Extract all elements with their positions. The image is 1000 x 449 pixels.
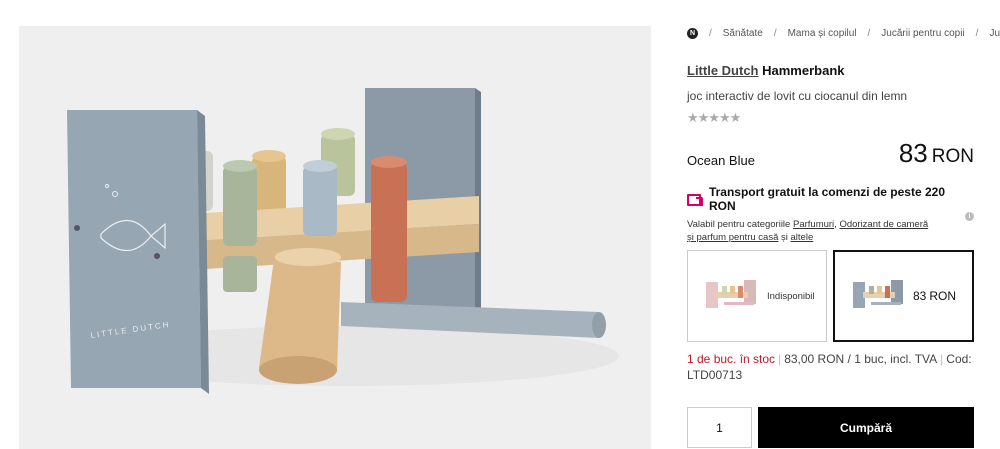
rating-stars[interactable]: ★★★★★: [687, 110, 741, 126]
variant-thumbnail: [853, 280, 903, 308]
category-link-perfumes[interactable]: Parfumuri: [793, 219, 834, 230]
breadcrumb-item-health[interactable]: Sănătate: [723, 28, 763, 39]
shipping-conditions: Valabil pentru categoriile Parfumuri, Od…: [687, 219, 929, 243]
breadcrumb-item-truncated[interactable]: Ju: [989, 28, 1000, 39]
variant-thumbnail: [706, 280, 756, 308]
truck-icon: [687, 193, 703, 206]
variant-unavailable-label: Indisponibil: [767, 290, 815, 302]
breadcrumb-separator: /: [975, 27, 979, 39]
free-shipping-notice: Transport gratuit la comenzi de peste 22…: [687, 185, 974, 244]
stock-status: 1 de buc. în stoc: [687, 352, 776, 366]
breadcrumb-separator: /: [708, 27, 712, 39]
unit-price: 83,00 RON / 1 buc, incl. TVA: [784, 352, 938, 366]
stock-info: 1 de buc. în stoc | 83,00 RON / 1 buc, inc…: [687, 352, 972, 382]
brand-link[interactable]: Little Dutch: [687, 63, 759, 78]
category-link-others[interactable]: altele: [791, 232, 814, 243]
info-icon[interactable]: i: [965, 212, 974, 221]
product-code: LTD00713: [687, 368, 743, 382]
product-description: joc interactiv de lovit cu ciocanul din …: [687, 89, 908, 103]
breadcrumb-item-toys[interactable]: Jucării pentru copii: [881, 28, 964, 39]
product-price: 83 RON: [899, 138, 974, 169]
product-image: LITTLE DUTCH: [67, 88, 619, 394]
product-image-gallery[interactable]: LITTLE DUTCH: [19, 26, 651, 449]
product-code-label: Cod:: [946, 352, 972, 366]
breadcrumb: N / Sănătate / Mama și copilul / Jucării…: [687, 26, 1000, 40]
variant-option-blue[interactable]: 83 RON: [833, 250, 974, 342]
price-currency: RON: [931, 146, 974, 167]
quantity-input[interactable]: [687, 407, 752, 448]
breadcrumb-separator: /: [867, 27, 871, 39]
variant-option-pink[interactable]: Indisponibil: [687, 250, 827, 342]
variant-price: 83 RON: [913, 289, 957, 303]
variant-name: Ocean Blue: [687, 153, 755, 168]
product-name: Hammerbank: [762, 63, 845, 78]
variant-selector: Indisponibil 83 RON: [687, 250, 974, 343]
product-title: Little Dutch Hammerbank: [687, 63, 845, 78]
breadcrumb-separator: /: [773, 27, 777, 39]
breadcrumb-item-mother-child[interactable]: Mama și copilul: [788, 28, 857, 39]
home-icon[interactable]: N: [687, 27, 698, 39]
shipping-title: Transport gratuit la comenzi de peste 22…: [708, 185, 946, 213]
price-amount: 83: [898, 138, 928, 168]
buy-button[interactable]: Cumpără: [758, 407, 974, 448]
product-details: N / Sănătate / Mama și copilul / Jucării…: [687, 0, 1000, 449]
